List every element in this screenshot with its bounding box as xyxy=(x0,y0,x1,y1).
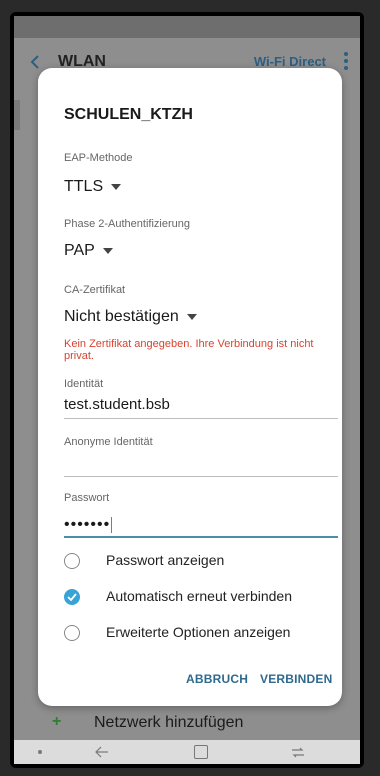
eap-method-value: TTLS xyxy=(64,178,104,195)
identity-field[interactable]: test.student.bsb xyxy=(64,396,170,413)
chevron-down-icon xyxy=(111,183,122,190)
password-label: Passwort xyxy=(64,492,110,504)
anonymous-identity-field[interactable] xyxy=(64,454,338,472)
anonymous-identity-label: Anonyme Identität xyxy=(64,436,153,448)
advanced-options-option[interactable]: Erweiterte Optionen anzeigen xyxy=(64,622,338,648)
option-label: Passwort anzeigen xyxy=(106,552,225,568)
chevron-down-icon xyxy=(186,313,197,320)
identity-label: Identität xyxy=(64,378,104,390)
text-cursor xyxy=(111,516,113,533)
cancel-button[interactable]: ABBRUCH xyxy=(186,672,248,686)
add-network-item[interactable]: + Netzwerk hinzufügen xyxy=(14,709,360,739)
connect-button[interactable]: VERBINDEN xyxy=(260,672,332,686)
anonymous-identity-underline xyxy=(64,476,338,477)
auto-reconnect-option[interactable]: Automatisch erneut verbinden xyxy=(64,586,338,612)
cert-warning-text: Kein Zertifikat angegeben. Ihre Verbindu… xyxy=(64,338,314,362)
more-options-icon[interactable] xyxy=(344,52,348,70)
ca-cert-value: Nicht bestätigen xyxy=(64,308,179,325)
phone-frame: WLAN Wi-Fi Direct SCHULEN_KTZH EAP-Metho… xyxy=(10,12,364,768)
status-bar xyxy=(14,16,360,38)
option-label: Erweiterte Optionen anzeigen xyxy=(106,624,291,640)
dot-icon[interactable] xyxy=(38,750,42,754)
eap-method-label: EAP-Methode xyxy=(64,152,133,164)
chevron-down-icon xyxy=(102,247,113,254)
phase2-value: PAP xyxy=(64,242,95,259)
password-underline xyxy=(64,536,338,538)
radio-unchecked-icon[interactable] xyxy=(64,553,80,569)
plus-icon: + xyxy=(52,713,62,730)
radio-unchecked-icon[interactable] xyxy=(64,625,80,641)
background-list-item xyxy=(14,100,20,130)
phase2-label: Phase 2-Authentifizierung xyxy=(64,218,190,230)
add-network-label: Netzwerk hinzufügen xyxy=(94,714,244,731)
identity-underline xyxy=(64,418,338,419)
ca-cert-dropdown[interactable]: Nicht bestätigen xyxy=(64,308,197,326)
phase2-dropdown[interactable]: PAP xyxy=(64,242,113,260)
password-field[interactable]: ••••••• xyxy=(64,516,113,534)
screen: WLAN Wi-Fi Direct SCHULEN_KTZH EAP-Metho… xyxy=(14,16,360,764)
dialog-title: SCHULEN_KTZH xyxy=(64,106,193,123)
eap-method-dropdown[interactable]: TTLS xyxy=(64,178,122,196)
recent-apps-icon[interactable] xyxy=(290,744,306,760)
wifi-connect-dialog: SCHULEN_KTZH EAP-Methode TTLS Phase 2-Au… xyxy=(38,68,342,706)
home-icon[interactable] xyxy=(194,745,208,759)
navigation-bar xyxy=(14,740,360,764)
nav-back-icon[interactable] xyxy=(94,744,110,760)
back-icon[interactable] xyxy=(28,54,42,70)
ca-cert-label: CA-Zertifikat xyxy=(64,284,126,296)
option-label: Automatisch erneut verbinden xyxy=(106,588,292,604)
wifi-direct-button[interactable]: Wi-Fi Direct xyxy=(254,54,326,69)
show-password-option[interactable]: Passwort anzeigen xyxy=(64,550,338,576)
password-value: ••••••• xyxy=(64,516,111,533)
checkmark-icon[interactable] xyxy=(64,589,80,605)
